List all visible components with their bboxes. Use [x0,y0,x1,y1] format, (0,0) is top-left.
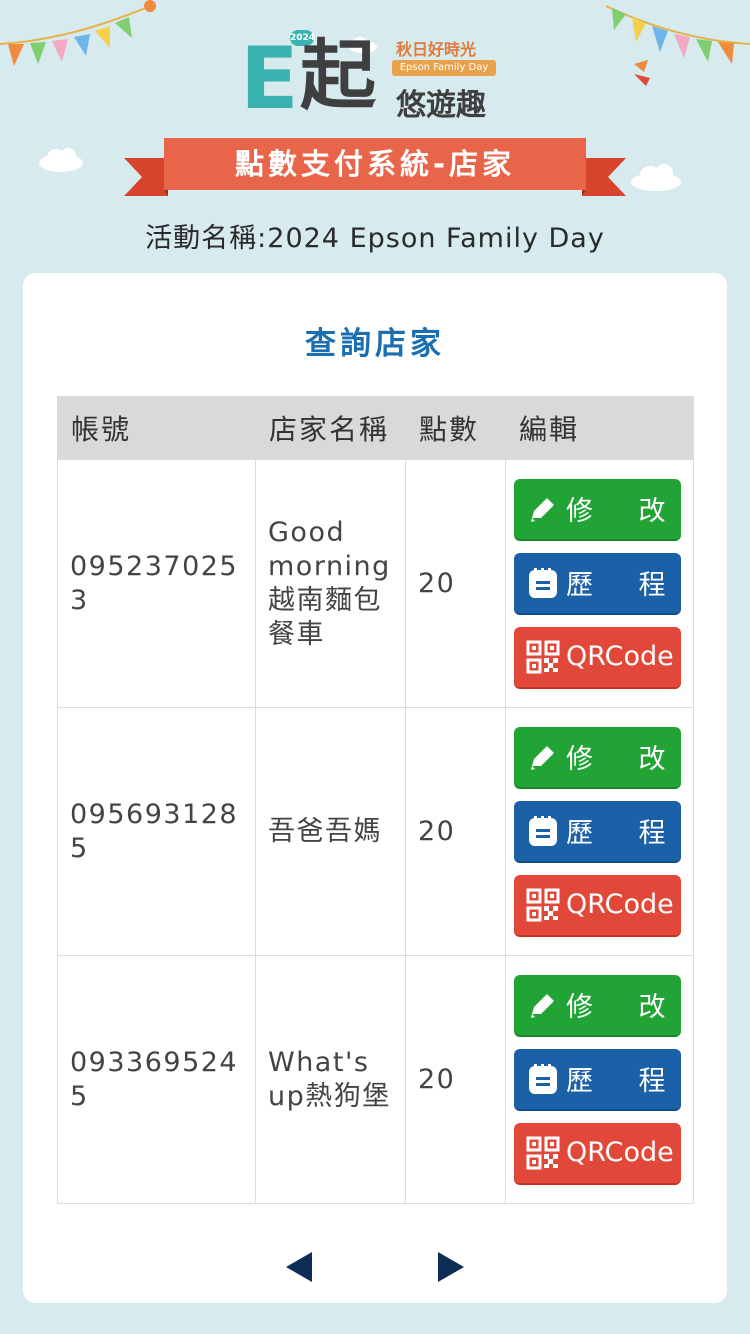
history-button[interactable]: 歷程 [514,1048,681,1111]
history-label-2: 程 [638,570,667,601]
column-header-account: 帳號 [57,396,256,460]
logo-qi: 起 [300,31,376,120]
edit-actions-cell: 修改 歷程 QRCode [505,459,694,708]
cloud-left-icon [39,148,83,172]
page-title: 查詢店家 [305,326,445,362]
notepad-icon [529,567,557,598]
system-title: 點數支付系統-店家 [234,147,516,181]
triangle-left-icon [286,1252,312,1282]
next-page-button[interactable] [436,1250,466,1284]
bunting-right-icon [605,5,750,86]
notepad-icon [529,815,557,846]
event-name: 活動名稱:2024 Epson Family Day [145,223,605,254]
logo-e: E [240,29,299,129]
store-table: 帳號 店家名稱 點數 編輯 0952370253 Good morning越南麵… [57,396,694,1204]
edit-button[interactable]: 修改 [514,974,681,1037]
qrcode-label: QRCode [566,1137,674,1168]
qrcode-icon [526,1136,560,1169]
cloud-right-icon [631,164,681,191]
account-cell: 0933695245 [57,955,256,1204]
account-cell: 0952370253 [57,459,256,708]
edit-label-2: 改 [638,992,667,1023]
store-name-cell: Good morning越南麵包餐車 [255,459,406,708]
points-cell: 20 [405,459,506,708]
notepad-icon [529,1063,557,1094]
edit-button[interactable]: 修改 [514,478,681,541]
qrcode-button[interactable]: QRCode [514,626,681,689]
history-button[interactable]: 歷程 [514,800,681,863]
qrcode-label: QRCode [566,889,674,920]
history-label-2: 程 [638,818,667,849]
pencil-icon [531,497,554,522]
table-header-row: 帳號 店家名稱 點數 編輯 [57,396,694,460]
event-logo: E 2024 起 秋日好時光 Epson Family Day 悠遊趣 [238,26,508,126]
logo-tag: Epson Family Day [392,60,496,76]
edit-label-2: 改 [638,496,667,527]
qrcode-icon [526,640,560,673]
logo-subtitle: 秋日好時光 [396,40,477,59]
history-label-2: 程 [638,1066,667,1097]
header: E 2024 起 秋日好時光 Epson Family Day 悠遊趣 點數支付… [0,0,750,272]
table-row: 0956931285 吾爸吾媽 20 修改 歷程 QRCode [57,707,694,956]
edit-label-2: 改 [638,744,667,775]
pencil-icon [531,993,554,1018]
pencil-icon [531,745,554,770]
logo-subtitle-2: 悠遊趣 [396,88,486,123]
store-name-cell: What's up熱狗堡 [255,955,406,1204]
history-label-1: 歷 [566,1066,595,1097]
account-cell: 0956931285 [57,707,256,956]
history-label-1: 歷 [566,818,595,849]
edit-label-1: 修 [566,992,595,1023]
edit-label-1: 修 [566,744,595,775]
column-header-edit: 編輯 [505,396,694,460]
prev-page-button[interactable] [284,1250,314,1284]
history-button[interactable]: 歷程 [514,552,681,615]
qrcode-label: QRCode [566,641,674,672]
edit-button[interactable]: 修改 [514,726,681,789]
column-header-points: 點數 [405,396,506,460]
edit-actions-cell: 修改 歷程 QRCode [505,955,694,1204]
triangle-right-icon [438,1252,464,1282]
table-row: 0933695245 What's up熱狗堡 20 修改 歷程 QRCode [57,955,694,1204]
bunting-left-icon [0,0,156,66]
points-cell: 20 [405,707,506,956]
qrcode-button[interactable]: QRCode [514,1122,681,1185]
history-label-1: 歷 [566,570,595,601]
qrcode-button[interactable]: QRCode [514,874,681,937]
store-name-cell: 吾爸吾媽 [255,707,406,956]
edit-label-1: 修 [566,496,595,527]
table-row: 0952370253 Good morning越南麵包餐車 20 修改 歷程 Q… [57,459,694,708]
qrcode-icon [526,888,560,921]
edit-actions-cell: 修改 歷程 QRCode [505,707,694,956]
points-cell: 20 [405,955,506,1204]
column-header-store-name: 店家名稱 [255,396,406,460]
